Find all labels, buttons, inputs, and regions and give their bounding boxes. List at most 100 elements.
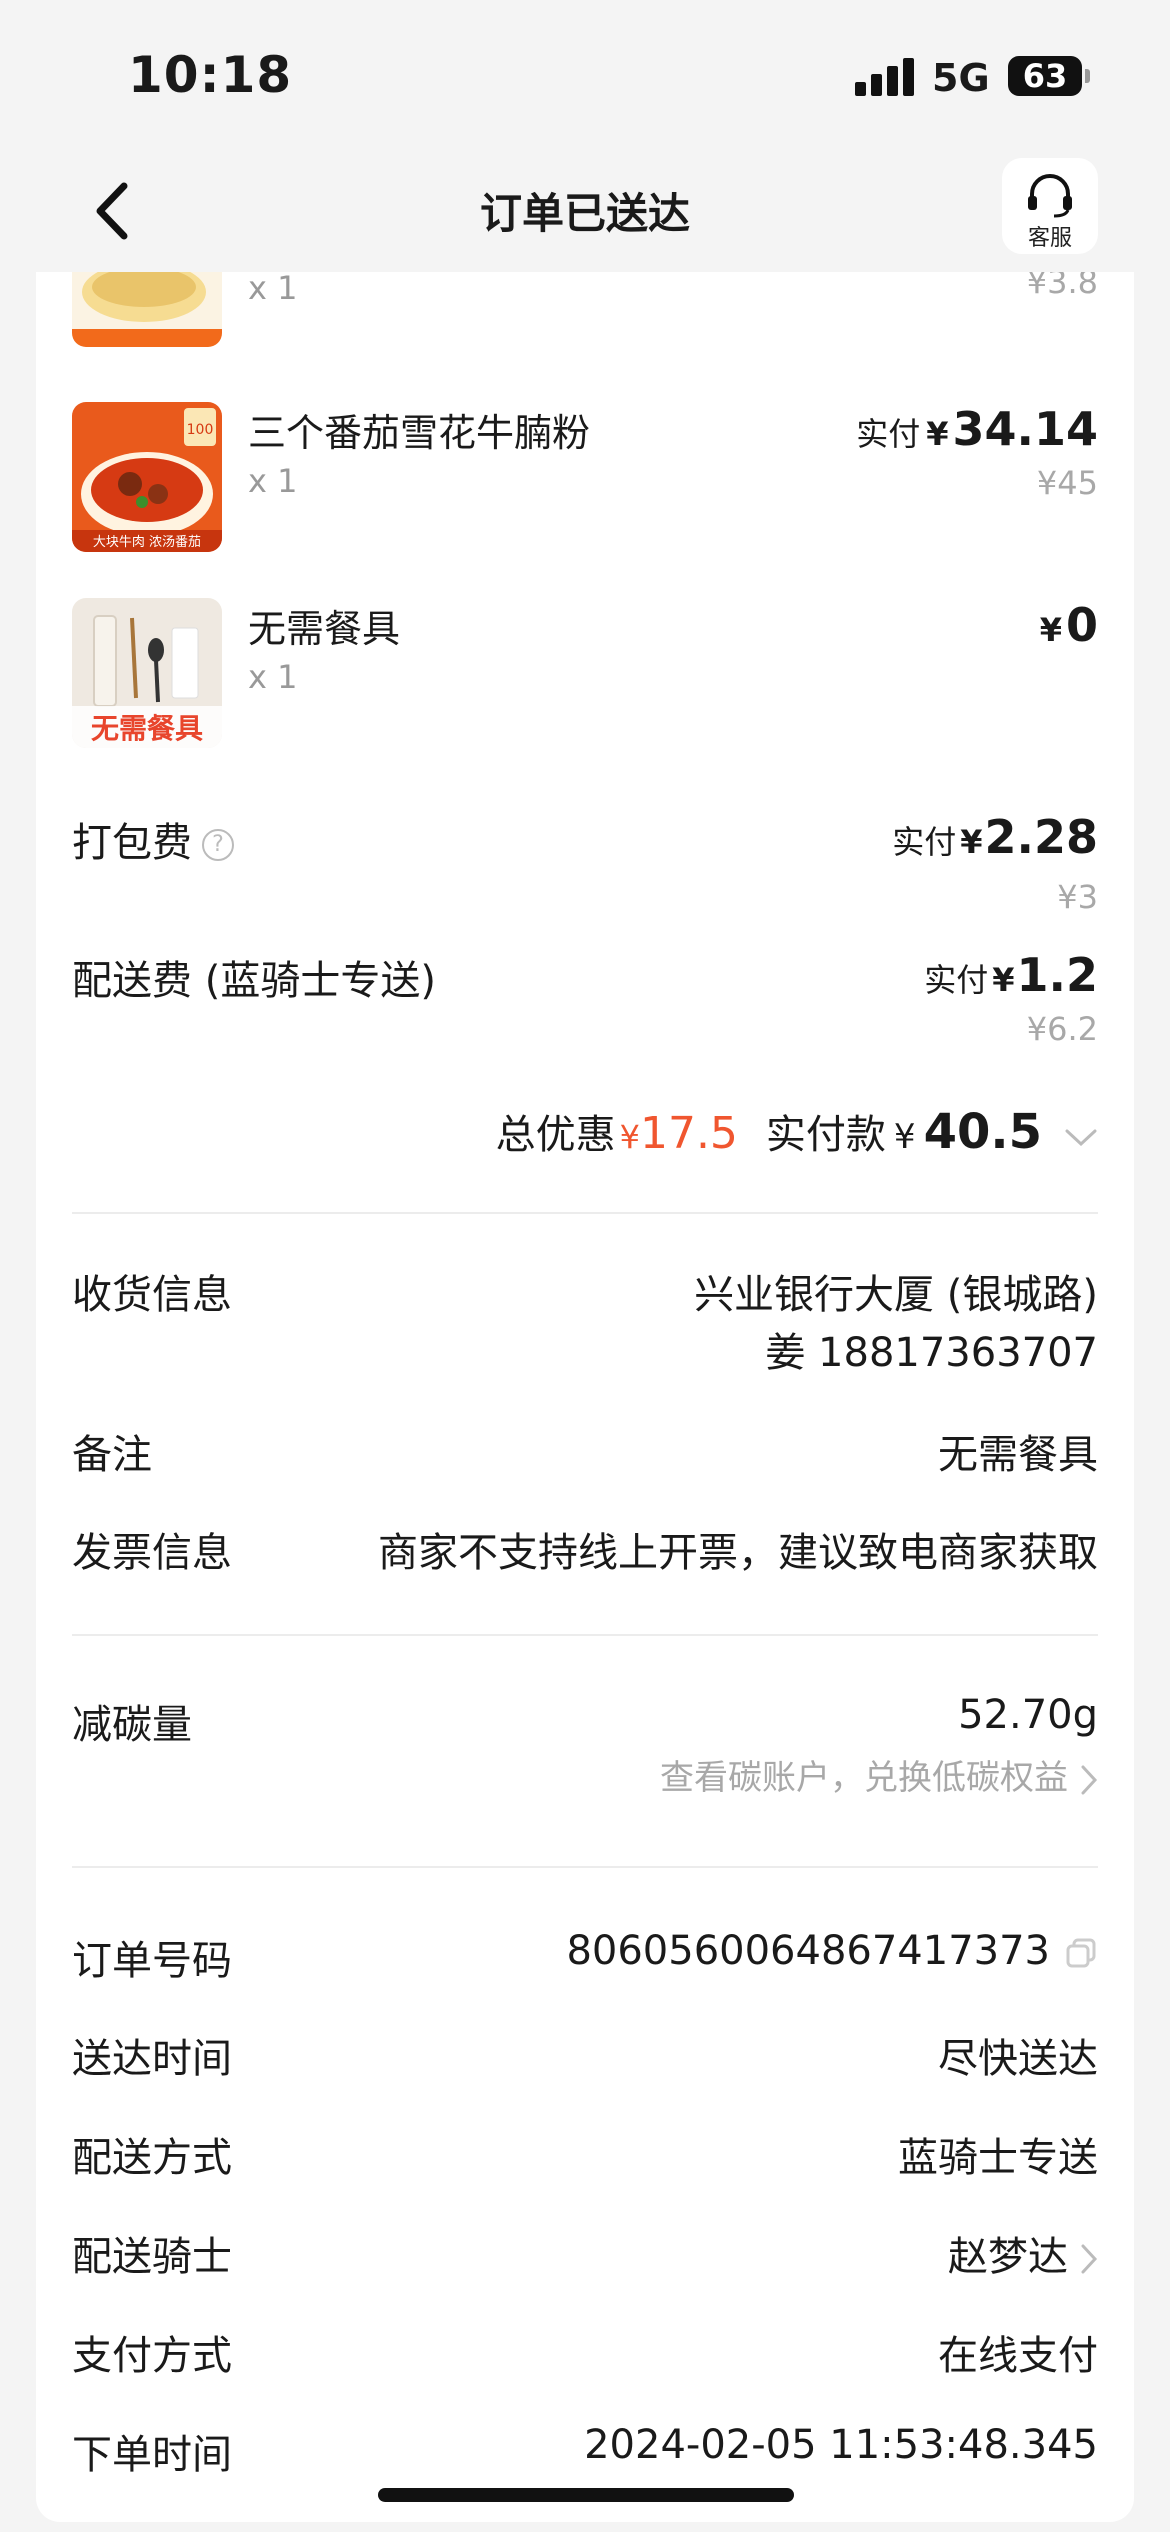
- receiver-label: 收货信息: [72, 1272, 232, 1318]
- note-value: 无需餐具: [938, 1432, 1098, 1478]
- battery-icon: 63: [1008, 56, 1082, 96]
- thumb-badge-text: 100: [187, 422, 214, 438]
- status-bar: 10:18 5G 63: [0, 0, 1170, 150]
- order-item[interactable]: 无需餐具 无需餐具 x 1 ¥0: [72, 598, 1098, 748]
- signal-icon: [855, 58, 915, 96]
- divider: [72, 1212, 1098, 1214]
- paid-label: 实付: [892, 823, 957, 861]
- packing-fee-row: 打包费? 实付 ¥2.28 ¥3: [72, 810, 1098, 920]
- divider: [72, 1866, 1098, 1868]
- food-image: [72, 272, 222, 347]
- order-time-value: 2024-02-05 11:53:48.345: [584, 2422, 1098, 2468]
- discount-label: 总优惠: [495, 1112, 616, 1158]
- customer-service-label: 客服: [1027, 226, 1072, 251]
- chevron-right-icon: [1081, 2244, 1098, 2274]
- thumb-caption: 无需餐具: [91, 712, 203, 745]
- item-thumbnail: [72, 272, 222, 347]
- currency-symbol: ¥: [619, 1118, 640, 1156]
- item-quantity: x 1: [248, 462, 298, 500]
- status-time: 10:18: [128, 46, 293, 104]
- delivery-method-label: 配送方式: [72, 2135, 232, 2181]
- delivery-method-row: 配送方式 蓝骑士专送: [72, 2125, 1098, 2185]
- order-item[interactable]: x 1 ¥3.8: [72, 272, 1098, 347]
- item-thumbnail: 无需餐具: [72, 598, 222, 748]
- paid-total-label: 实付款: [765, 1112, 886, 1158]
- arrival-time-label: 送达时间: [72, 2036, 232, 2082]
- price-value: 2.28: [984, 810, 1099, 864]
- rider-label: 配送骑士: [72, 2234, 232, 2280]
- item-name: 三个番茄雪花牛腩粉: [248, 411, 591, 455]
- item-quantity: x 1: [248, 658, 298, 696]
- paid-total-value: 40.5: [923, 1104, 1042, 1160]
- item-paid-price: ¥0: [1040, 598, 1098, 652]
- food-image: 100 大块牛肉 浓汤番茄: [72, 402, 222, 552]
- note-label: 备注: [72, 1432, 152, 1478]
- order-time-row: 下单时间 2024-02-05 11:53:48.345: [72, 2422, 1098, 2482]
- delivery-fee-row: 配送费 (蓝骑士专送) 实付 ¥1.2 ¥6.2: [72, 948, 1098, 1058]
- carbon-row: 减碳量 52.70g 查看碳账户，兑换低碳权益: [72, 1692, 1098, 1812]
- price-value: 34.14: [952, 402, 1098, 456]
- item-name: 无需餐具: [248, 607, 401, 651]
- headset-icon: [1028, 174, 1072, 218]
- packing-fee-original: ¥3: [1057, 878, 1098, 916]
- delivery-fee-label: 配送费 (蓝骑士专送): [72, 958, 436, 1004]
- rider-row[interactable]: 配送骑士 赵梦达: [72, 2224, 1098, 2284]
- receiver-contact: 姜 18817363707: [765, 1330, 1098, 1376]
- currency-symbol: ¥: [960, 823, 983, 861]
- chevron-down-icon[interactable]: [1064, 1128, 1098, 1148]
- carbon-value: 52.70g: [958, 1692, 1098, 1738]
- item-thumbnail: 100 大块牛肉 浓汤番茄: [72, 402, 222, 552]
- carbon-account-link[interactable]: 查看碳账户，兑换低碳权益: [660, 1750, 1098, 1799]
- packing-fee-text: 打包费: [72, 820, 192, 866]
- payment-method-label: 支付方式: [72, 2333, 232, 2379]
- discount-value: 17.5: [639, 1108, 738, 1159]
- order-number-value: 8060560064867417373: [566, 1928, 1050, 1974]
- home-indicator[interactable]: [378, 2488, 794, 2502]
- invoice-value: 商家不支持线上开票，建议致电商家获取: [378, 1530, 1098, 1576]
- receiver-address: 兴业银行大厦 (银城路): [694, 1272, 1098, 1318]
- payment-method-row: 支付方式 在线支付: [72, 2323, 1098, 2383]
- currency-symbol: ¥: [926, 415, 949, 453]
- order-item[interactable]: 100 大块牛肉 浓汤番茄 三个番茄雪花牛腩粉 x 1 实付 ¥34.14 ¥45: [72, 402, 1098, 552]
- chevron-right-icon: [1081, 1765, 1098, 1794]
- invoice-label: 发票信息: [72, 1530, 232, 1576]
- currency-symbol: ¥: [893, 1117, 916, 1157]
- payment-summary[interactable]: 总优惠 ¥17.5 实付款 ¥ 40.5: [496, 1102, 1098, 1160]
- price-value: 0: [1065, 598, 1098, 652]
- order-number-label: 订单号码: [72, 1938, 232, 1984]
- page-title: 订单已送达: [479, 189, 690, 238]
- invoice-row: 发票信息 商家不支持线上开票，建议致电商家获取: [72, 1520, 1098, 1580]
- paid-label: 实付: [856, 415, 921, 453]
- discount-amount: ¥17.5: [620, 1108, 738, 1159]
- currency-symbol: ¥: [1039, 611, 1062, 649]
- order-card: x 1 ¥3.8 100 大块牛肉 浓汤番茄 三个番茄雪花牛腩粉 x 1 实付 ¥…: [36, 272, 1134, 2522]
- order-time-label: 下单时间: [72, 2432, 232, 2478]
- receiver-info-row: 收货信息 兴业银行大厦 (银城路) 姜 18817363707: [72, 1262, 1098, 1376]
- nav-bar: 订单已送达 客服: [0, 150, 1170, 270]
- order-number-row: 订单号码 8060560064867417373: [72, 1928, 1098, 1988]
- customer-service-button[interactable]: 客服: [1002, 158, 1098, 254]
- help-icon[interactable]: ?: [202, 829, 234, 861]
- delivery-fee-original: ¥6.2: [1026, 1010, 1098, 1048]
- arrival-time-row: 送达时间 尽快送达: [72, 2026, 1098, 2086]
- currency-symbol: ¥: [992, 961, 1015, 999]
- network-type: 5G: [932, 56, 990, 100]
- divider: [72, 1634, 1098, 1636]
- item-original-price: ¥3.8: [1026, 272, 1098, 301]
- item-original-price: ¥45: [1036, 464, 1098, 502]
- item-quantity: x 1: [248, 272, 298, 307]
- item-paid-price: 实付 ¥34.14: [856, 402, 1098, 456]
- carbon-label: 减碳量: [72, 1702, 192, 1748]
- note-row: 备注 无需餐具: [72, 1422, 1098, 1482]
- packing-fee-price: 实付 ¥2.28: [892, 810, 1098, 864]
- rider-name: 赵梦达: [948, 2234, 1068, 2280]
- delivery-fee-price: 实付 ¥1.2: [924, 948, 1098, 1002]
- battery-tip: [1085, 69, 1090, 83]
- copy-icon[interactable]: [1064, 1936, 1098, 1970]
- delivery-method-value: 蓝骑士专送: [898, 2135, 1098, 2181]
- paid-label: 实付: [924, 961, 989, 999]
- battery-level: 63: [1022, 57, 1068, 95]
- cutlery-image: 无需餐具: [72, 598, 222, 748]
- payment-method-value: 在线支付: [938, 2333, 1098, 2379]
- rider[interactable]: 赵梦达: [948, 2224, 1098, 2282]
